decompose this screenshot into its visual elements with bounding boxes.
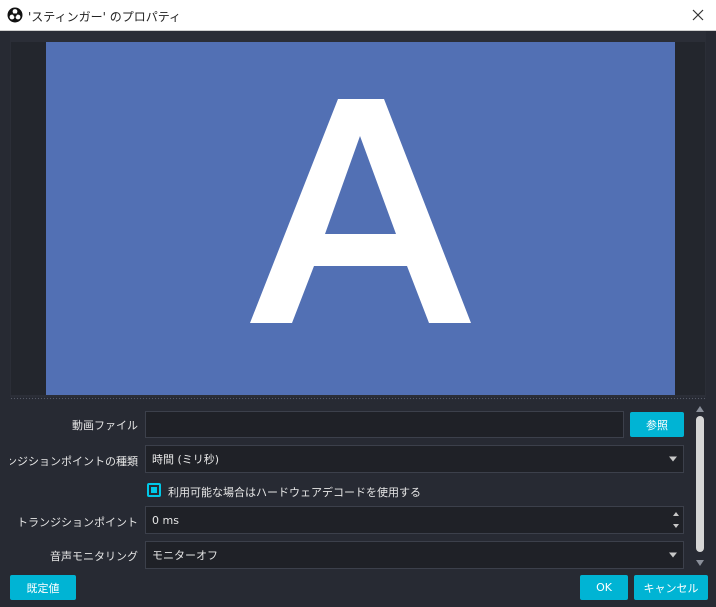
browse-button[interactable]: 参照 [630, 412, 684, 437]
chevron-down-icon [669, 456, 677, 462]
transition-point-spinbox[interactable]: 0 ms [145, 506, 684, 534]
chevron-down-icon [669, 552, 677, 558]
preview-panel [10, 31, 706, 397]
defaults-button-label: 既定値 [26, 581, 60, 595]
checkbox-check-icon [151, 487, 157, 493]
ok-button[interactable]: OK [580, 575, 628, 600]
audio-monitoring-label: 音声モニタリング [50, 550, 138, 563]
preview-canvas [46, 42, 675, 395]
obs-logo-icon [7, 7, 23, 23]
preview-viewport [11, 42, 705, 395]
scroll-down-icon[interactable] [696, 560, 704, 566]
ok-button-label: OK [596, 581, 612, 594]
form-scrollbar[interactable] [694, 404, 706, 566]
transition-point-label: トランジションポイント [17, 516, 138, 529]
dialog-footer: 既定値 OK キャンセル [0, 570, 716, 607]
scroll-thumb[interactable] [696, 416, 704, 552]
spin-up-icon[interactable] [673, 512, 679, 516]
close-button[interactable] [686, 3, 710, 27]
video-file-input[interactable] [145, 411, 624, 438]
scroll-up-icon[interactable] [696, 406, 704, 412]
transition-point-type-value: 時間 (ミリ秒) [152, 453, 220, 466]
transition-point-type-select[interactable]: 時間 (ミリ秒) [145, 445, 684, 473]
cancel-button-label: キャンセル [643, 581, 699, 595]
cancel-button[interactable]: キャンセル [634, 575, 708, 600]
hw-decode-checkbox[interactable] [147, 483, 161, 497]
window-title: 'スティンガー' のプロパティ [28, 10, 181, 24]
audio-monitoring-select[interactable]: モニターオフ [145, 541, 684, 569]
preview-letter-a [250, 99, 471, 323]
transition-point-type-label: トランジションポイントの種類 [10, 455, 138, 468]
defaults-button[interactable]: 既定値 [10, 575, 76, 600]
properties-form: 動画ファイル 参照 トランジションポイントの種類 時間 (ミリ秒) 利用可能な場… [10, 400, 706, 570]
video-file-label: 動画ファイル [72, 419, 138, 432]
audio-monitoring-value: モニターオフ [152, 549, 218, 562]
hw-decode-label: 利用可能な場合はハードウェアデコードを使用する [168, 486, 421, 499]
title-bar: 'スティンガー' のプロパティ [0, 0, 716, 31]
spin-down-icon[interactable] [673, 524, 679, 528]
browse-button-label: 参照 [646, 418, 668, 432]
close-icon [692, 9, 704, 21]
transition-point-value: 0 ms [152, 513, 179, 527]
